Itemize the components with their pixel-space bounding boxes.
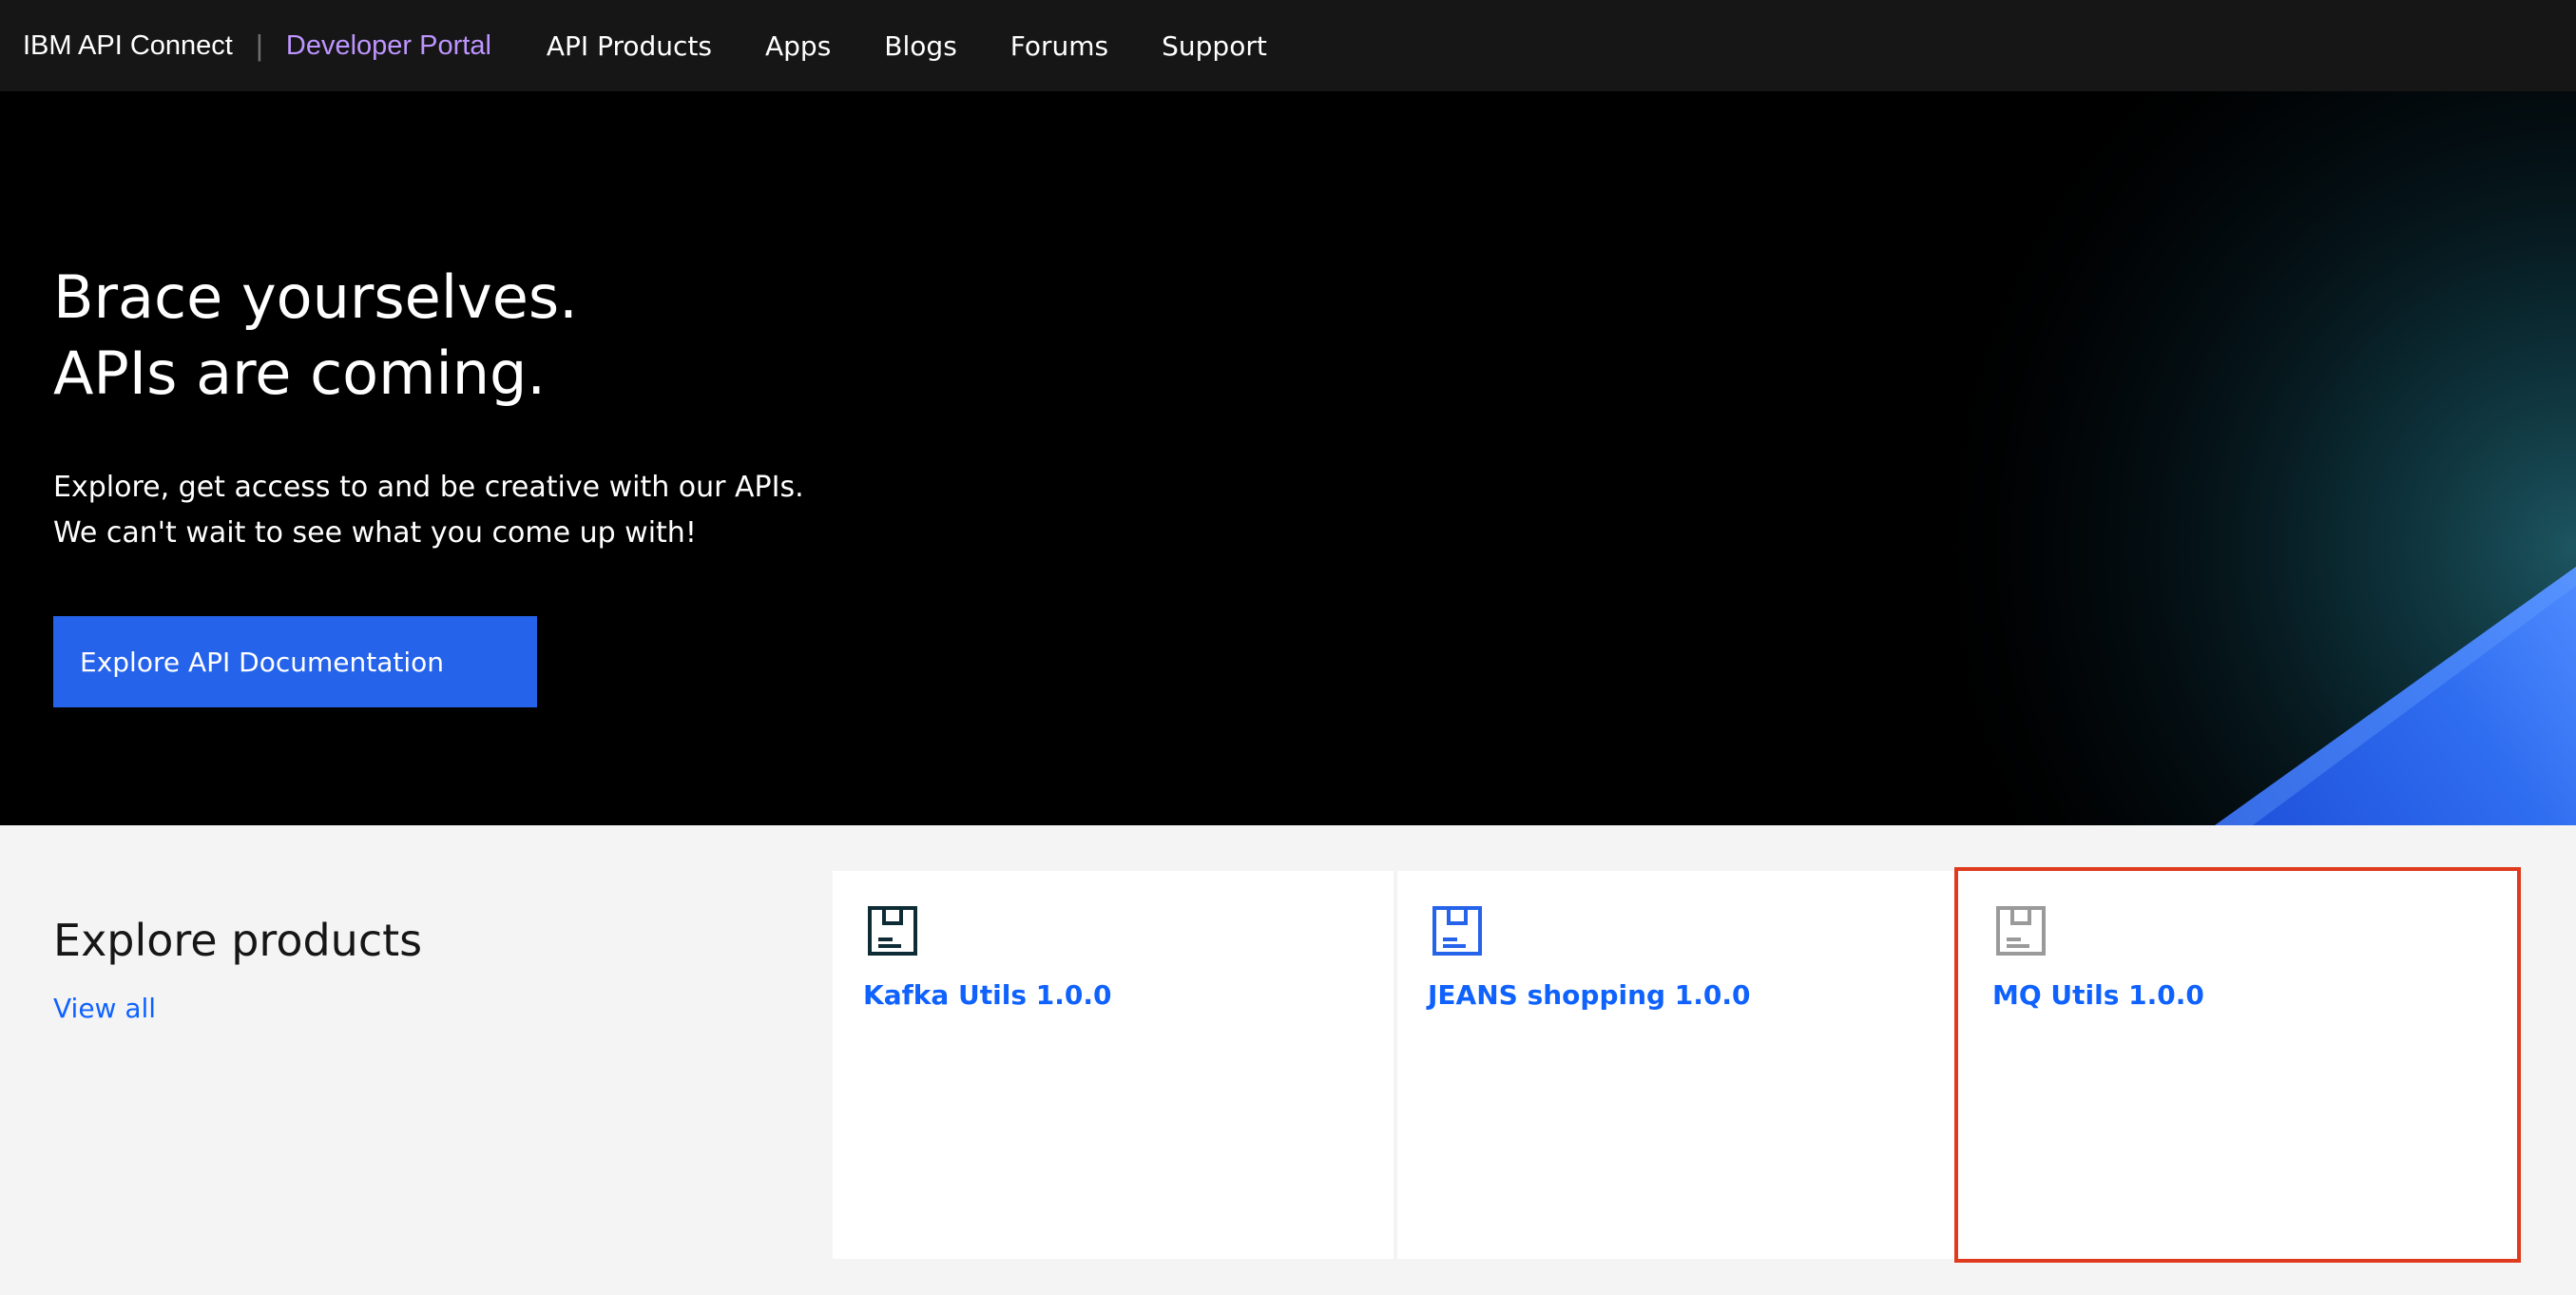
- explore-products-section: Explore products View all Kafka Utils 1.…: [0, 825, 2576, 1295]
- brand-separator: |: [255, 29, 263, 62]
- nav-apps[interactable]: Apps: [765, 30, 831, 62]
- product-card-kafka-utils[interactable]: Kafka Utils 1.0.0: [833, 871, 1394, 1259]
- product-card-label[interactable]: Kafka Utils 1.0.0: [863, 979, 1112, 1011]
- product-package-icon: [868, 906, 917, 956]
- product-card-jeans-shopping[interactable]: JEANS shopping 1.0.0: [1397, 871, 1956, 1259]
- nav-blogs[interactable]: Blogs: [884, 30, 956, 62]
- product-card-label[interactable]: MQ Utils 1.0.0: [1992, 979, 2204, 1011]
- view-all-link[interactable]: View all: [53, 993, 156, 1024]
- hero-title: Brace yourselves. APIs are coming.: [53, 260, 578, 412]
- explore-api-documentation-button[interactable]: Explore API Documentation: [53, 616, 537, 707]
- top-navigation-bar: IBM API Connect | Developer Portal API P…: [0, 0, 2576, 91]
- nav-api-products[interactable]: API Products: [547, 30, 712, 62]
- hero-subtitle-line-2: We can't wait to see what you come up wi…: [53, 516, 697, 550]
- hero-banner: Brace yourselves. APIs are coming. Explo…: [0, 91, 2576, 825]
- nav-developer-portal[interactable]: Developer Portal: [286, 30, 491, 62]
- hero-title-line-2: APIs are coming.: [53, 338, 547, 408]
- product-package-icon: [1432, 906, 1482, 956]
- explore-products-title: Explore products: [53, 915, 423, 966]
- nav-forums[interactable]: Forums: [1010, 30, 1108, 62]
- product-card-mq-utils[interactable]: MQ Utils 1.0.0: [1954, 867, 2521, 1263]
- brand-name[interactable]: IBM API Connect: [23, 30, 233, 62]
- hero-subtitle: Explore, get access to and be creative w…: [53, 465, 804, 556]
- hero-title-line-1: Brace yourselves.: [53, 262, 578, 332]
- hero-subtitle-line-1: Explore, get access to and be creative w…: [53, 471, 804, 504]
- product-package-icon: [1996, 906, 2046, 956]
- hero-decorative-graphic: [1806, 91, 2576, 825]
- product-card-label[interactable]: JEANS shopping 1.0.0: [1428, 979, 1751, 1011]
- nav-support[interactable]: Support: [1162, 30, 1267, 62]
